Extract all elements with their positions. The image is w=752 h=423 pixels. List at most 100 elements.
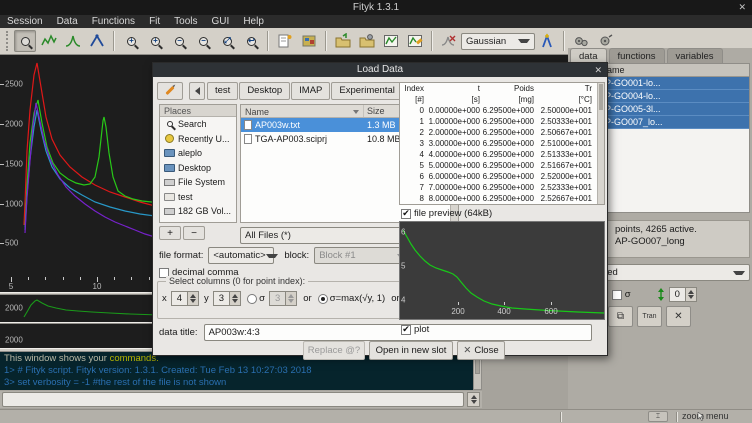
places-panel: Places Search Recently U... aleplo Deskt… xyxy=(159,104,237,223)
place-home[interactable]: aleplo xyxy=(160,146,236,161)
breadcrumb-experimental[interactable]: Experimental xyxy=(331,82,402,100)
delete-function-button[interactable] xyxy=(438,30,460,52)
zoom-in-button[interactable]: + xyxy=(120,30,142,52)
preview-y-label: 5 xyxy=(401,262,405,271)
toolbar-drag-handle[interactable] xyxy=(6,31,9,51)
block-label: block: xyxy=(284,250,309,261)
dialog-titlebar[interactable]: Load Data ✕ xyxy=(153,63,607,77)
data-range-mode-button[interactable] xyxy=(38,30,60,52)
peak-type-select[interactable]: Gaussian xyxy=(461,33,535,50)
x-label: x xyxy=(162,293,167,304)
sidebar-tabs: data functions variables xyxy=(570,48,725,63)
zoom-all-button[interactable]: ⤢ xyxy=(216,30,238,52)
sigma-checkbox[interactable] xyxy=(612,290,622,300)
previous-zoom-button[interactable]: ↩ xyxy=(240,30,262,52)
x-tick xyxy=(63,277,64,280)
statusbar-toggle-button[interactable]: ⌶ xyxy=(648,411,668,422)
menu-help[interactable]: Help xyxy=(236,15,271,28)
file-preview-row: ✔ file preview (64kB) xyxy=(401,208,492,219)
place-desktop[interactable]: Desktop xyxy=(160,161,236,176)
zoom-out-icon: − xyxy=(175,37,184,46)
place-volume[interactable]: 182 GB Vol... xyxy=(160,204,236,219)
sigma-column-radio[interactable] xyxy=(247,294,257,304)
add-function-button[interactable] xyxy=(536,30,558,52)
data-title-input[interactable]: AP003w:4:3 xyxy=(204,324,592,341)
settings-button[interactable] xyxy=(298,30,320,52)
preview-scrollbar[interactable] xyxy=(597,83,604,204)
breadcrumb-desktop[interactable]: Desktop xyxy=(239,82,290,100)
menu-gui[interactable]: GUI xyxy=(205,15,237,28)
y-tick-label: 2500 xyxy=(5,80,23,89)
select-columns-title: Select columns (0 for point index): xyxy=(166,276,308,286)
place-file-system[interactable]: File System xyxy=(160,175,236,190)
type-path-button[interactable] xyxy=(157,82,183,100)
dialog-close-button[interactable]: ✕ xyxy=(594,63,602,77)
window-close-button[interactable]: ✕ xyxy=(738,0,746,15)
edit-init-script-button[interactable] xyxy=(274,30,296,52)
zoom-mode-button[interactable] xyxy=(14,30,36,52)
menubar: SessionDataFunctionsFitToolsGUIHelp xyxy=(0,15,752,28)
menu-functions[interactable]: Functions xyxy=(85,15,142,28)
add-peak-mode-button[interactable] xyxy=(62,30,84,52)
spin-up-icon[interactable] xyxy=(688,290,694,294)
open-in-new-slot-button[interactable]: Open in new slot xyxy=(369,341,453,360)
zoom-in-icon: + xyxy=(127,37,136,46)
spin-down-icon[interactable] xyxy=(471,400,477,404)
point-size-spinner[interactable]: 0 xyxy=(669,287,697,302)
zoom-out-horizontal-button[interactable]: − xyxy=(192,30,214,52)
x-tick-label: 10 xyxy=(93,282,102,291)
x-tick xyxy=(28,277,29,280)
place-test[interactable]: test xyxy=(160,190,236,205)
path-back-button[interactable] xyxy=(189,82,205,100)
cursor-icon xyxy=(697,412,704,421)
folder-icon xyxy=(163,193,176,201)
save-session-as-button[interactable] xyxy=(404,30,426,52)
column-name[interactable]: Name xyxy=(241,105,364,117)
radio-dot xyxy=(321,297,325,301)
preview-data-row: 22.00000e+0006.29500e+0002.50667e+001 xyxy=(400,127,604,138)
zoom-in-horizontal-button[interactable]: + xyxy=(144,30,166,52)
x-column-spinner[interactable]: 4 xyxy=(171,291,199,306)
delete-data-button[interactable]: ✕ xyxy=(666,306,691,327)
file-icon xyxy=(244,134,252,144)
y-label: y xyxy=(204,293,209,304)
place-recently-used[interactable]: Recently U... xyxy=(160,132,236,147)
copy-data-button[interactable]: ⧉ xyxy=(608,306,633,327)
command-history-spinner[interactable] xyxy=(467,392,480,407)
point-size-icon xyxy=(657,288,665,301)
preview-col-tr: Tr xyxy=(534,83,592,94)
baseline-mode-button[interactable] xyxy=(86,30,108,52)
execute-script-button[interactable] xyxy=(356,30,378,52)
spin-down-icon[interactable] xyxy=(688,295,694,299)
plot-checkbox[interactable]: ✔ xyxy=(401,325,411,335)
tab-data[interactable]: data xyxy=(570,48,607,63)
transform-data-button[interactable]: Tran xyxy=(637,306,662,327)
scrollbar-thumb[interactable] xyxy=(599,84,603,110)
breadcrumb-test[interactable]: test xyxy=(207,82,238,100)
statusbar-separator xyxy=(676,412,678,422)
command-input[interactable] xyxy=(2,392,464,407)
save-session-button[interactable] xyxy=(380,30,402,52)
tab-variables[interactable]: variables xyxy=(667,48,723,63)
menu-data[interactable]: Data xyxy=(50,15,85,28)
zoom-out-button[interactable]: − xyxy=(168,30,190,52)
breadcrumb-imap[interactable]: IMAP xyxy=(291,82,330,100)
tab-functions[interactable]: functions xyxy=(609,48,665,63)
open-data-button[interactable] xyxy=(332,30,354,52)
file-preview-checkbox[interactable]: ✔ xyxy=(401,209,411,219)
add-place-button[interactable]: + xyxy=(159,226,181,240)
file-format-label: file format: xyxy=(159,250,203,261)
menu-fit[interactable]: Fit xyxy=(142,15,167,28)
y-column-spinner[interactable]: 3 xyxy=(213,291,241,306)
sigma-max-radio[interactable] xyxy=(318,294,328,304)
file-filter-value: All Files (*) xyxy=(245,230,291,241)
file-format-select[interactable]: <automatic> xyxy=(208,247,274,264)
menu-session[interactable]: Session xyxy=(0,15,50,28)
window-title: Fityk 1.3.1 xyxy=(353,2,399,13)
menu-tools[interactable]: Tools xyxy=(167,15,204,28)
preview-data-row: 11.00000e+0006.29500e+0002.50333e+001 xyxy=(400,116,604,127)
remove-place-button[interactable]: − xyxy=(183,226,205,240)
place-search[interactable]: Search xyxy=(160,117,236,132)
close-button[interactable]: ✕Close xyxy=(457,341,505,360)
spin-up-icon[interactable] xyxy=(471,395,477,399)
